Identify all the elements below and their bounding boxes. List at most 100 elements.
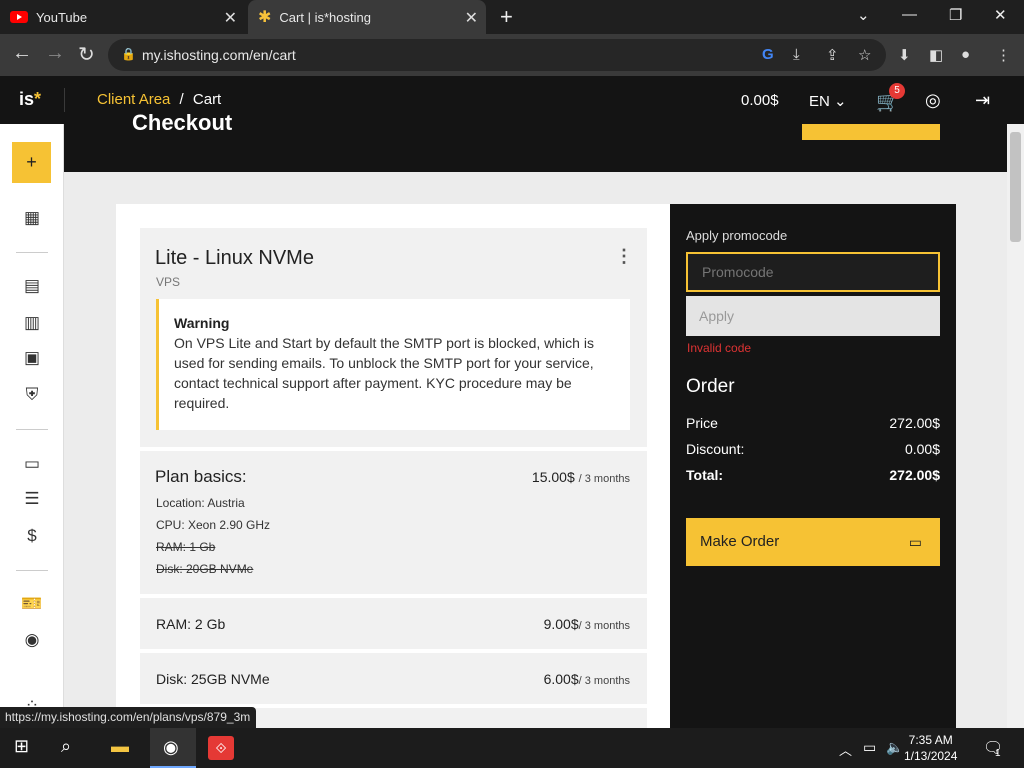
page-title: Checkout bbox=[132, 110, 233, 135]
close-window-icon[interactable]: ✕ bbox=[994, 6, 1007, 24]
disk-label: Disk: bbox=[156, 671, 188, 687]
balance[interactable]: 0.00$ bbox=[741, 92, 779, 109]
make-order-button[interactable]: Make Order ▭ bbox=[686, 518, 940, 566]
tab-search-icon[interactable]: ⌄ bbox=[857, 6, 870, 24]
logout-icon[interactable]: ⇥ bbox=[975, 90, 990, 111]
plan-title: Plan basics: bbox=[155, 467, 247, 486]
back-icon[interactable]: ← bbox=[12, 42, 32, 65]
header-divider bbox=[64, 88, 65, 112]
share-icon[interactable]: ⇪ bbox=[826, 46, 839, 64]
row-separator bbox=[140, 594, 647, 598]
windows-start-icon[interactable]: ⊞ bbox=[14, 736, 29, 757]
clock-date: 1/13/2024 bbox=[904, 749, 958, 763]
disk-row: Disk: 25GB NVMe bbox=[156, 671, 270, 687]
menu-icon[interactable]: ⋮ bbox=[996, 46, 1011, 64]
banner-action-button[interactable] bbox=[802, 124, 940, 140]
dashboard-icon[interactable]: ▦ bbox=[21, 208, 43, 228]
order-title: Order bbox=[686, 376, 735, 397]
sidebar-divider bbox=[16, 570, 48, 571]
invoices-list-icon[interactable]: ☰ bbox=[21, 489, 43, 509]
support-icon[interactable]: ◉ bbox=[21, 630, 43, 650]
downloads-icon[interactable]: ⬇ bbox=[898, 46, 911, 64]
language-selector[interactable]: EN ⌄ bbox=[809, 92, 847, 110]
language-label: EN bbox=[809, 93, 830, 110]
ticket-icon[interactable]: 🎫 bbox=[21, 594, 43, 614]
discount-value: 0.00$ bbox=[904, 441, 940, 457]
close-tab-icon[interactable]: ✕ bbox=[224, 8, 237, 28]
chrome-taskbar-button[interactable]: ◉ bbox=[150, 728, 196, 768]
side-panel-icon[interactable]: ◧ bbox=[929, 46, 943, 64]
ram-price: 9.00$/ 3 months bbox=[470, 616, 630, 632]
row-separator bbox=[140, 649, 647, 653]
breadcrumb: Client Area / Cart bbox=[97, 91, 221, 108]
ram-value: 2 Gb bbox=[194, 616, 226, 632]
warning-box: Warning On VPS Lite and Start by default… bbox=[156, 299, 630, 430]
reload-icon[interactable]: ↻ bbox=[78, 42, 95, 67]
logo[interactable]: is* bbox=[19, 89, 41, 110]
apply-button[interactable]: Apply bbox=[686, 296, 940, 336]
discount-label: Discount: bbox=[686, 441, 745, 457]
chevron-up-icon[interactable]: ︿ bbox=[839, 740, 852, 759]
more-options-icon[interactable]: ⋮ bbox=[615, 246, 633, 267]
wallet-icon[interactable]: ▭ bbox=[21, 454, 43, 474]
plan-price-value: 15.00$ bbox=[531, 469, 575, 485]
taskbar: ⊞ ⌕ ▬ ◉ ⟐ ︿ ▭ 🔈 7:35 AM 1/13/2024 🗨 1 bbox=[0, 728, 1024, 768]
lock-icon: 🔒 bbox=[121, 47, 136, 61]
server-icon[interactable]: ▤ bbox=[21, 276, 43, 296]
file-explorer-icon[interactable]: ▬ bbox=[111, 736, 129, 757]
sidebar-divider bbox=[16, 429, 48, 430]
close-tab-icon[interactable]: ✕ bbox=[465, 8, 478, 28]
promo-error: Invalid code bbox=[687, 341, 752, 355]
minimize-icon[interactable]: — bbox=[902, 6, 917, 23]
piggy-bank-icon[interactable]: $ bbox=[21, 526, 43, 546]
clock[interactable]: 7:35 AM 1/13/2024 bbox=[904, 732, 957, 764]
clock-time: 7:35 AM bbox=[908, 733, 953, 747]
tab-youtube[interactable]: YouTube ✕ bbox=[10, 0, 245, 34]
add-service-button[interactable]: + bbox=[12, 142, 51, 183]
browser-tab-strip: YouTube ✕ ✱ Cart | is*hosting ✕ + ⌄ — ❐ … bbox=[0, 0, 1024, 34]
browser-toolbar: ← → ↻ 🔒 my.ishosting.com/en/cart G ⤓ ⇪ ☆… bbox=[0, 34, 1024, 76]
tab-title: YouTube bbox=[36, 9, 88, 25]
sidebar-divider bbox=[16, 252, 48, 253]
profile-icon[interactable]: ● bbox=[961, 46, 970, 63]
search-icon[interactable]: ⌕ bbox=[61, 736, 71, 757]
plan-period: / 3 months bbox=[578, 473, 630, 485]
app-icon[interactable]: ⟐ bbox=[208, 736, 234, 760]
wallet-icon: ▭ bbox=[908, 534, 922, 550]
total-label: Total: bbox=[686, 467, 724, 483]
new-tab-icon[interactable]: + bbox=[500, 4, 513, 30]
price-value: 272.00$ bbox=[889, 415, 940, 431]
account-icon[interactable]: ◎ bbox=[925, 90, 941, 111]
logo-star: * bbox=[34, 89, 42, 109]
tab-cart[interactable]: ✱ Cart | is*hosting ✕ bbox=[248, 0, 486, 34]
warning-text: On VPS Lite and Start by default the SMT… bbox=[174, 335, 594, 411]
ram-label: RAM: bbox=[156, 616, 191, 632]
bookmark-star-icon[interactable]: ☆ bbox=[858, 46, 871, 64]
volume-icon[interactable]: 🔈 bbox=[886, 739, 903, 756]
youtube-icon bbox=[10, 11, 28, 23]
restore-icon[interactable]: ❐ bbox=[949, 6, 962, 24]
make-order-label: Make Order bbox=[700, 533, 780, 550]
promocode-input[interactable] bbox=[686, 252, 940, 292]
breadcrumb-client-area[interactable]: Client Area bbox=[97, 91, 170, 108]
network-icon[interactable]: ▭ bbox=[863, 739, 876, 756]
cart-count-badge: 5 bbox=[889, 83, 905, 99]
breadcrumb-separator: / bbox=[179, 91, 184, 108]
scrollbar-thumb[interactable] bbox=[1010, 132, 1021, 242]
disk-price: 6.00$/ 3 months bbox=[470, 671, 630, 687]
google-icon[interactable]: G bbox=[762, 46, 774, 63]
install-icon[interactable]: ⤓ bbox=[793, 46, 800, 63]
plan-price: 15.00$ / 3 months bbox=[470, 469, 630, 485]
forward-icon[interactable]: → bbox=[45, 42, 65, 65]
ishosting-icon: ✱ bbox=[258, 9, 272, 26]
tab-title: Cart | is*hosting bbox=[279, 9, 371, 25]
product-type: VPS bbox=[156, 275, 181, 289]
storage-icon[interactable]: ▣ bbox=[21, 348, 43, 368]
plan-cpu: CPU: Xeon 2.90 GHz bbox=[156, 518, 271, 532]
plan-location: Location: Austria bbox=[156, 496, 245, 510]
ram-price-value: 9.00$ bbox=[543, 616, 579, 632]
notification-count: 1 bbox=[995, 748, 1001, 759]
dedicated-server-icon[interactable]: ▥ bbox=[21, 313, 43, 333]
row-separator bbox=[140, 447, 647, 451]
shield-icon[interactable]: ⛨ bbox=[21, 385, 43, 405]
